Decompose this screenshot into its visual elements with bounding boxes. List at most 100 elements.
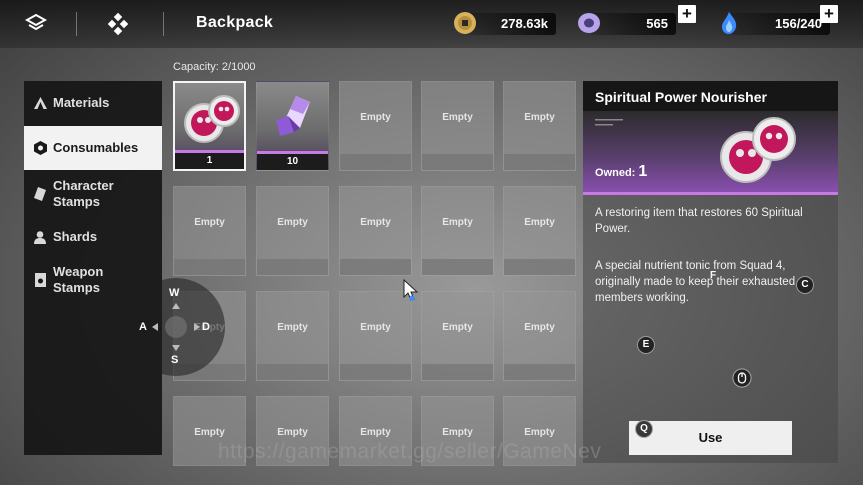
arrow-down-icon [172,345,180,351]
arrow-right-icon [194,323,200,331]
key-hint-q: Q [635,420,653,438]
empty-label: Empty [442,112,473,123]
item-description: A restoring item that restores 60 Spirit… [595,207,803,235]
slot-footer [174,259,245,275]
empty-label: Empty [277,427,308,438]
sidebar-item-label: Character Stamps [53,178,114,209]
stamp-icon [32,186,48,202]
item-quantity: 10 [257,154,328,170]
sidebar-item-label: Materials [53,95,110,110]
arrow-up-icon [172,303,180,309]
key-hint-a: A [139,321,147,333]
top-bar: Backpack 278.63k 565 + 156/240 + [0,0,863,48]
key-hint-w: W [169,287,180,299]
gold-coin-icon [454,12,476,34]
card-icon [32,272,48,288]
slot-footer [257,364,328,380]
sidebar-item-label: Consumables [53,140,139,155]
inventory-slot-empty[interactable]: Empty [173,186,246,276]
slot-footer [422,259,493,275]
currency-gold: 278.63k [452,10,556,36]
joystick-knob-icon [165,316,187,338]
empty-label: Empty [277,217,308,228]
divider [76,12,77,36]
triangles-icon [32,95,48,111]
add-purple-button[interactable]: + [678,5,696,23]
empty-label: Empty [524,217,555,228]
inventory-slot-spiritual-power-nourisher[interactable]: 1 [173,81,246,171]
empty-label: Empty [194,217,225,228]
currency-purple: 565 [576,10,676,36]
slot-footer [504,154,575,170]
item-quantity: 1 [175,153,244,169]
use-button[interactable]: Use [629,421,792,455]
inventory-slot-empty[interactable]: Empty [503,81,576,171]
key-hint-f: F [709,270,717,281]
empty-label: Empty [442,322,473,333]
owned-label: Owned: [595,167,636,179]
inventory-slot-empty[interactable]: Empty [421,291,494,381]
purple-ring-icon [578,13,600,33]
empty-label: Empty [360,112,391,123]
currency-purple-value: 565 [590,13,676,35]
inventory-slot-empty[interactable]: Empty [339,291,412,381]
rarity-bar [583,192,838,195]
mouse-icon [732,368,752,388]
slot-footer [422,154,493,170]
inventory-slot-empty[interactable]: Empty [421,81,494,171]
empty-label: Empty [524,427,555,438]
slot-footer [257,259,328,275]
item-flavor-text [595,118,625,129]
item-detail-header: Spiritual Power Nourisher Owned: 1 [583,81,838,193]
empty-label: Empty [442,217,473,228]
inventory-slot-empty[interactable]: Empty [421,186,494,276]
inventory-slot-empty[interactable]: Empty [256,291,329,381]
flavor-text-lines [595,119,623,126]
sidebar-item-consumables[interactable]: Consumables [24,126,162,170]
owned-count: Owned: 1 [595,163,647,181]
inventory-slot-empty[interactable]: Empty [339,81,412,171]
category-sidebar: Materials Consumables Character Stamps S… [24,81,162,455]
empty-label: Empty [360,427,391,438]
empty-label: Empty [194,427,225,438]
sidebar-item-materials[interactable]: Materials [24,91,162,115]
empty-label: Empty [277,322,308,333]
sidebar-item-label: Shards [53,229,98,244]
item-title: Spiritual Power Nourisher [595,89,767,105]
skull-orbs-icon [184,95,240,143]
sidebar-item-character-stamps[interactable]: Character Stamps [24,177,162,211]
key-hint-d: D [202,321,210,333]
inventory-slot-empty[interactable]: Empty [503,291,576,381]
inventory-slot-empty[interactable]: Empty [256,186,329,276]
movement-joystick[interactable]: W A S D [127,278,225,376]
divider [163,12,164,36]
slot-footer [504,364,575,380]
key-hint-c: C [796,276,814,294]
key-hint-e: E [637,336,655,354]
currency-stamina-value: 156/240 [730,13,830,35]
currency-stamina: 156/240 [716,10,830,36]
slot-footer [504,259,575,275]
cursor-icon [403,279,419,301]
inventory-slot-empty[interactable]: Empty [503,186,576,276]
arrow-left-icon [152,323,158,331]
sidebar-item-shards[interactable]: Shards [24,227,162,247]
key-hint-s: S [171,354,179,366]
slot-footer [422,364,493,380]
sidebar-item-label: Weapon Stamps [53,264,104,295]
hexagon-icon [32,140,48,156]
add-stamina-button[interactable]: + [820,5,838,23]
owned-value: 1 [638,163,648,180]
skull-orbs-icon [720,117,796,183]
page-title: Backpack [196,14,274,31]
diamond-grid-icon[interactable] [106,12,130,36]
inventory-slot-empty[interactable]: Empty [339,186,412,276]
empty-label: Empty [524,322,555,333]
currency-gold-value: 278.63k [466,13,556,35]
stack-icon[interactable] [24,12,48,36]
empty-label: Empty [360,322,391,333]
watermark: https://gamemarket.gg/seller/GameNev [218,440,602,463]
slot-footer [340,259,411,275]
purple-crystal-icon [276,96,310,136]
inventory-slot-crystal[interactable]: 10 [256,81,329,171]
